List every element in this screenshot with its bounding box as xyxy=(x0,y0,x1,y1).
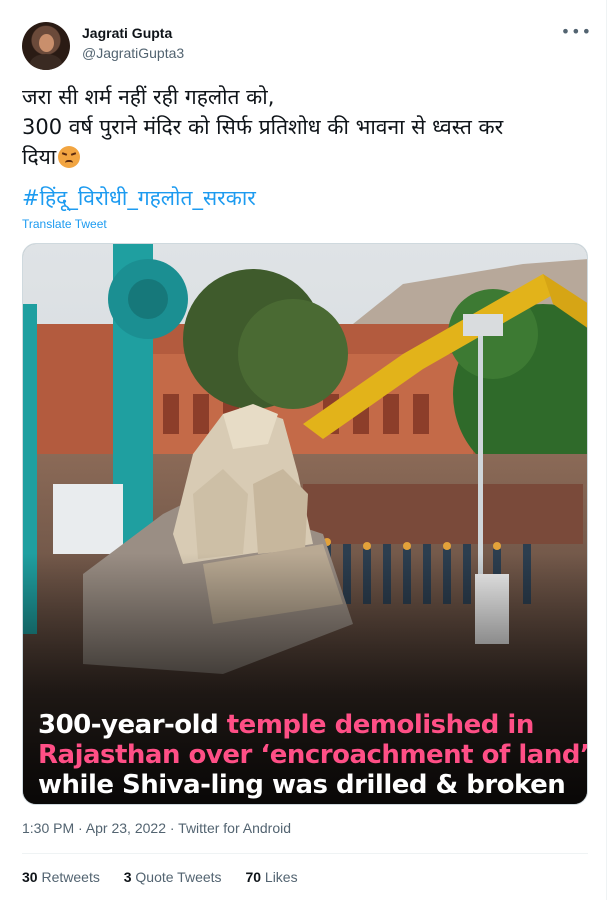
caption-text: 300-year-old xyxy=(38,710,227,740)
hashtag-link[interactable]: #हिंदू_विरोधी_गहलोत_सरकार xyxy=(22,184,256,212)
tweet-source-link[interactable]: Twitter for Android xyxy=(178,820,291,836)
avatar-body-shape xyxy=(30,54,62,70)
tweet-card: Jagrati Gupta @JagratiGupta3 ••• जरा सी … xyxy=(0,0,607,900)
caption-highlight-text: temple demolished in xyxy=(226,710,535,740)
quote-tweets-label: Quote Tweets xyxy=(135,869,222,885)
tweet-text-line: 300 वर्ष पुराने मंदिर को सिर्फ प्रतिशोध … xyxy=(22,115,504,139)
tweet-text-fragment: दिया xyxy=(22,145,57,169)
likes-label: Likes xyxy=(264,869,298,885)
likes-count: 70 xyxy=(245,869,262,885)
caption-line: 300-year-old temple demolished in xyxy=(38,710,578,740)
tweet-timestamp-link[interactable]: 1:30 PM · Apr 23, 2022 · xyxy=(22,820,178,836)
tweet-text-line: दिया xyxy=(22,142,582,172)
tweet-text: जरा सी शर्म नहीं रही गहलोत को, 300 वर्ष … xyxy=(22,82,582,172)
angry-face-emoji xyxy=(58,146,81,168)
caption-line: while Shiva-ling was drilled & broken xyxy=(38,770,566,800)
tweet-text-line: जरा सी शर्म नहीं रही गहलोत को, xyxy=(22,85,275,109)
author-name[interactable]: Jagrati Gupta xyxy=(82,25,172,41)
divider xyxy=(22,853,588,854)
tweet-header: Jagrati Gupta @JagratiGupta3 ••• xyxy=(22,20,592,70)
quote-tweets-stat[interactable]: 3 Quote Tweets xyxy=(124,869,222,885)
tweet-media-image[interactable]: 300-year-old temple demolished in Rajast… xyxy=(22,243,588,805)
avatar[interactable] xyxy=(22,22,70,70)
more-horizontal-icon[interactable]: ••• xyxy=(561,22,592,41)
media-caption: 300-year-old temple demolished in Rajast… xyxy=(38,710,588,800)
tweet-meta: 1:30 PM · Apr 23, 2022 · Twitter for And… xyxy=(22,820,291,836)
likes-stat[interactable]: 70 Likes xyxy=(245,869,297,885)
translate-tweet-link[interactable]: Translate Tweet xyxy=(22,217,107,231)
retweets-stat[interactable]: 30 Retweets xyxy=(22,869,100,885)
author-handle[interactable]: @JagratiGupta3 xyxy=(82,45,184,61)
tweet-stats: 30 Retweets 3 Quote Tweets 70 Likes xyxy=(22,869,318,885)
retweets-label: Retweets xyxy=(41,869,100,885)
quote-tweets-count: 3 xyxy=(123,869,132,885)
retweets-count: 30 xyxy=(22,869,38,885)
caption-highlight-line: Rajasthan over ‘encroachment of land’ xyxy=(38,740,588,770)
avatar-face-shape xyxy=(39,34,54,52)
